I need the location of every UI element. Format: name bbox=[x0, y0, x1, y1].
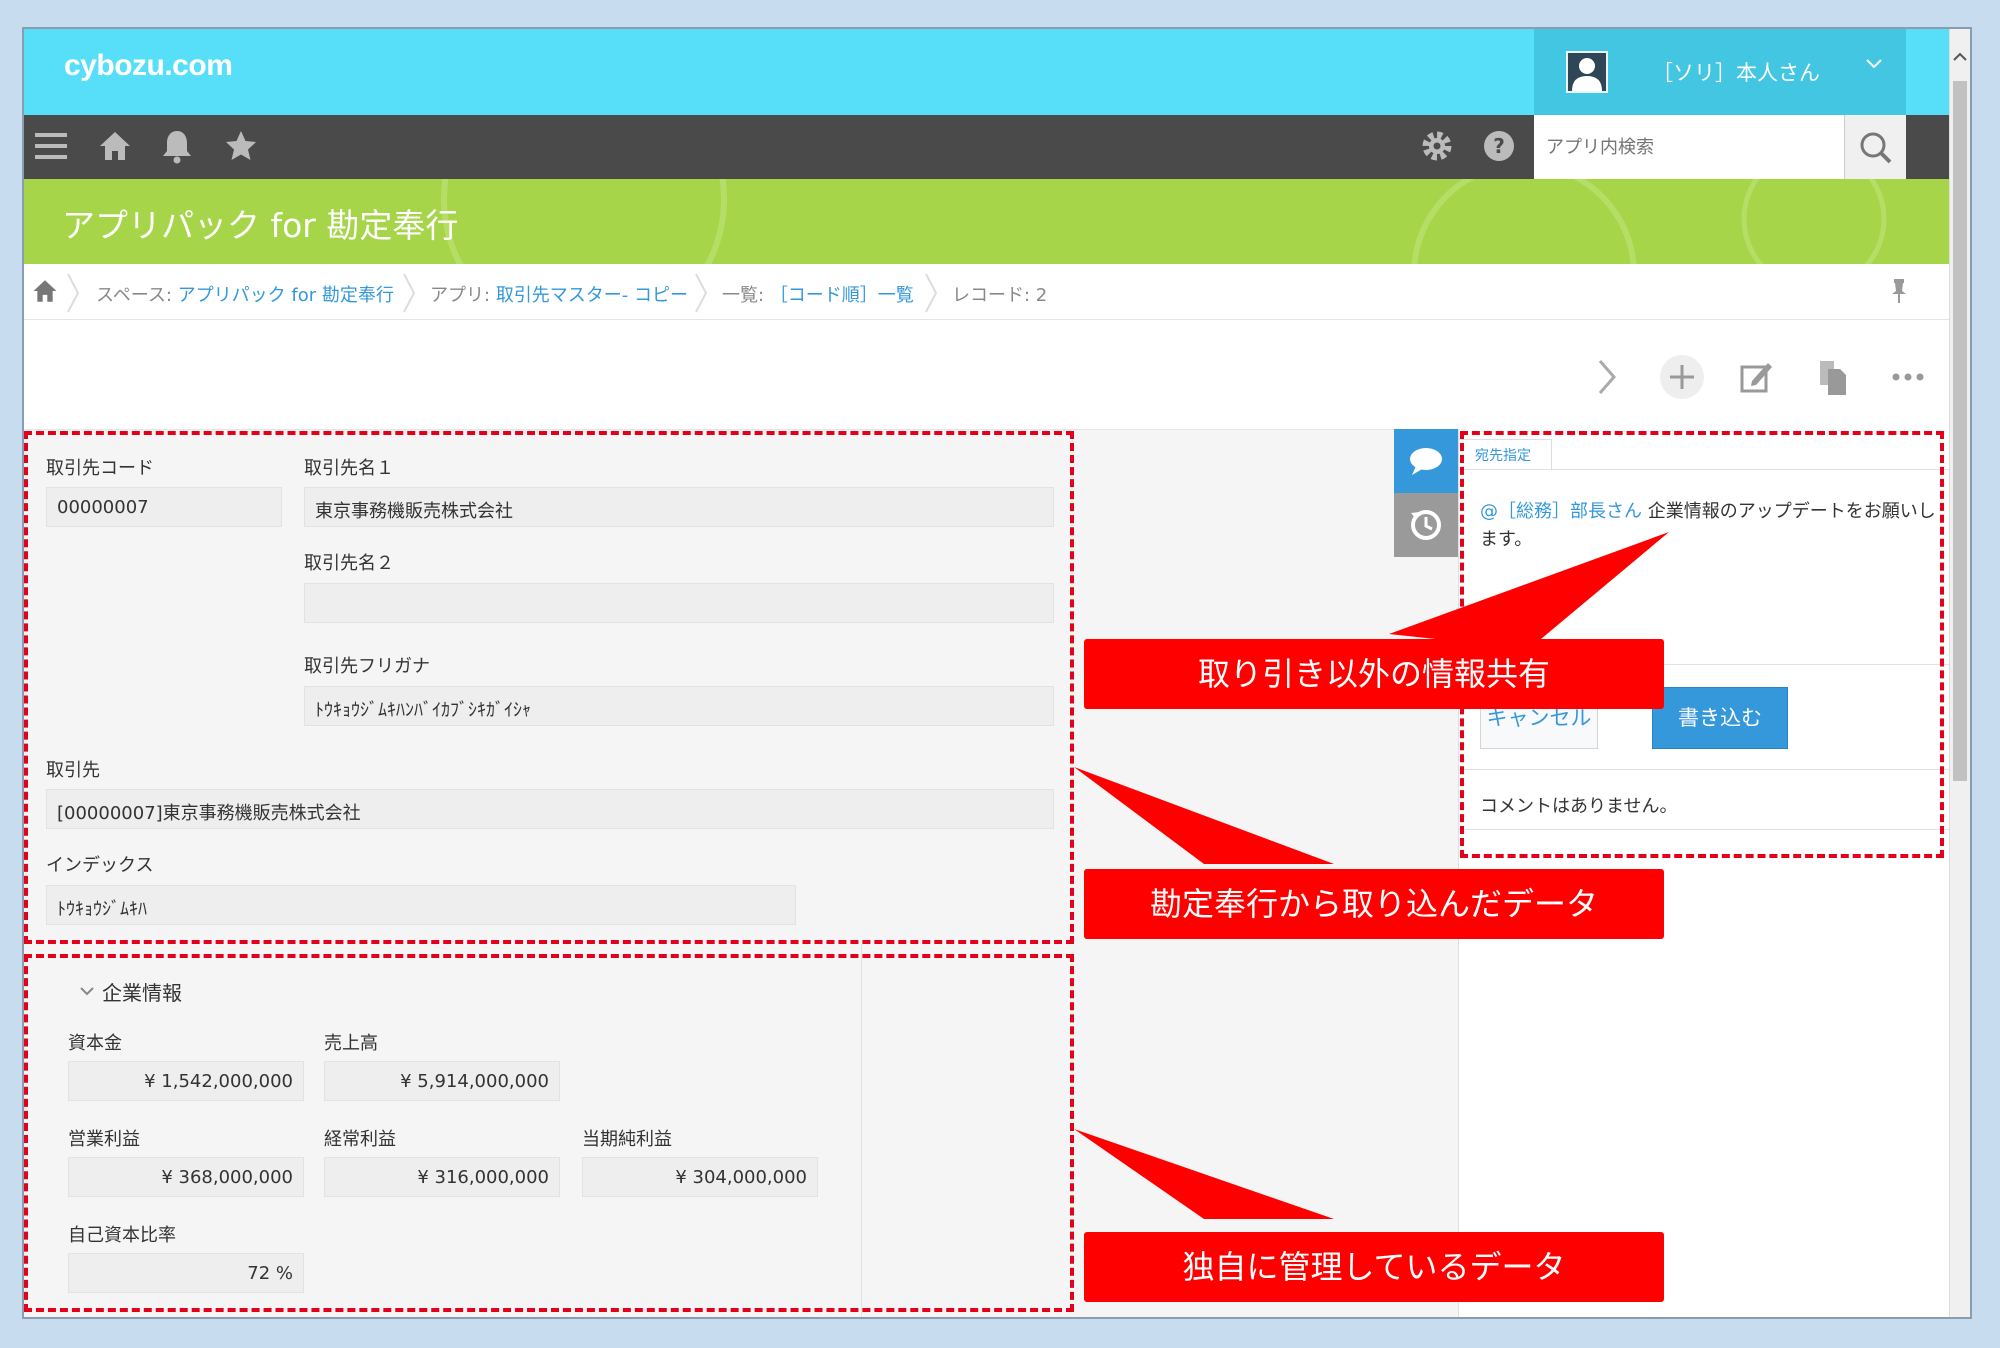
callout-custom: 独自に管理しているデータ bbox=[1084, 1232, 1664, 1302]
pointer-custom bbox=[1074, 1129, 1334, 1219]
callout-pointers bbox=[1074, 532, 1669, 1219]
browser-frame: cybozu.com ［ソリ］本人さん ? アプリ内検索 アプリパック for … bbox=[22, 27, 1972, 1319]
pointer-share bbox=[1389, 532, 1669, 649]
callout-imported: 勘定奉行から取り込んだデータ bbox=[1084, 869, 1664, 939]
callout-share: 取り引き以外の情報共有 bbox=[1084, 639, 1664, 709]
pointer-imported bbox=[1074, 767, 1334, 864]
